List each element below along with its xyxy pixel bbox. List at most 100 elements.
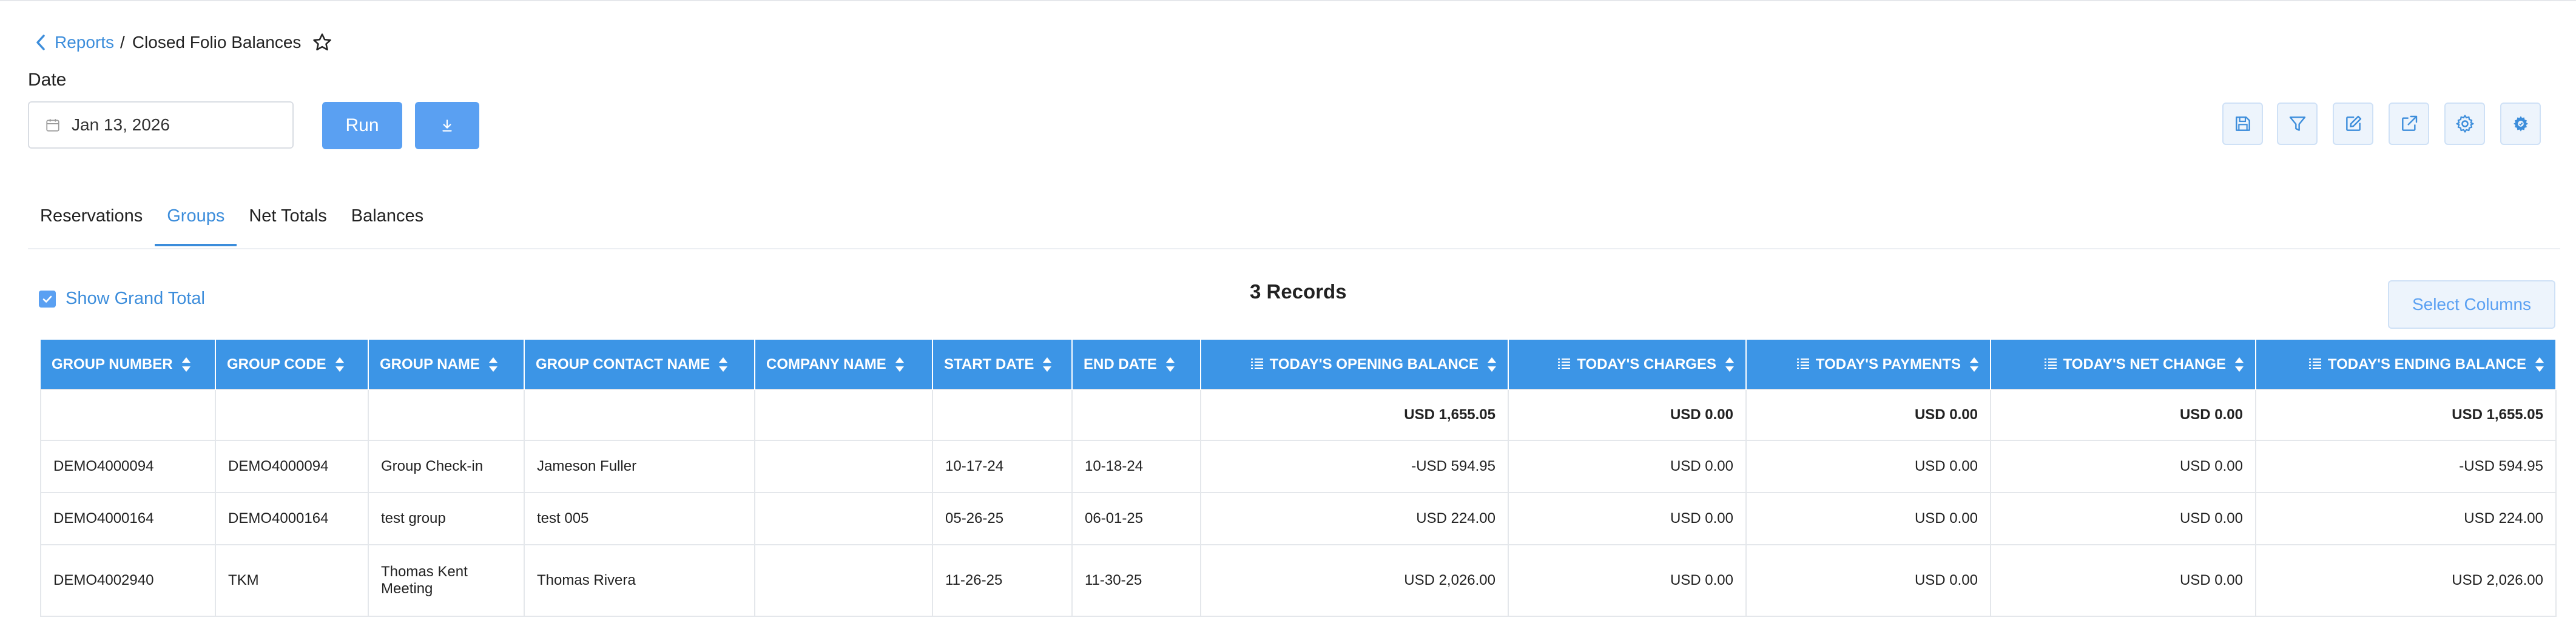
- table-cell: [932, 389, 1073, 441]
- table-row[interactable]: DEMO4000094 DEMO4000094 Group Check-in J…: [40, 440, 2557, 493]
- table-cell: -USD 594.95: [1200, 440, 1509, 493]
- report-tabs: Reservations Groups Net Totals Balances: [28, 206, 436, 249]
- column-header[interactable]: END DATE: [1072, 340, 1201, 389]
- settings-icon: [2455, 113, 2475, 134]
- table-cell: [754, 544, 933, 617]
- table-cell: USD 0.00: [1990, 492, 2256, 545]
- sort-icon[interactable]: [335, 357, 345, 372]
- sort-icon[interactable]: [1969, 357, 1979, 372]
- sort-icon[interactable]: [1165, 357, 1175, 372]
- filter-icon: [2288, 114, 2307, 133]
- gear-cycle-icon: [2510, 113, 2531, 134]
- sort-icon[interactable]: [181, 357, 191, 372]
- sort-icon[interactable]: [2234, 357, 2244, 372]
- table-cell: USD 0.00: [1508, 440, 1747, 493]
- numeric-column-icon: [1557, 357, 1571, 372]
- table-cell: [524, 389, 755, 441]
- table-cell: Thomas Rivera: [524, 544, 755, 617]
- tab-groups[interactable]: Groups: [155, 206, 237, 249]
- tab-reservations[interactable]: Reservations: [28, 206, 155, 249]
- table-cell: 10-18-24: [1071, 440, 1201, 493]
- tab-net-totals[interactable]: Net Totals: [237, 206, 339, 249]
- export-icon: [2399, 114, 2419, 133]
- sort-icon[interactable]: [1725, 357, 1735, 372]
- page-title: Closed Folio Balances: [132, 33, 302, 52]
- export-button[interactable]: [2389, 103, 2429, 145]
- tabs-divider: [28, 248, 2560, 249]
- grand-total-row: USD 1,655.05 USD 0.00 USD 0.00 USD 0.00 …: [40, 389, 2557, 441]
- table-cell: USD 224.00: [2255, 492, 2557, 545]
- sort-icon[interactable]: [718, 357, 728, 372]
- column-header[interactable]: COMPANY NAME: [755, 340, 933, 389]
- numeric-column-icon: [2044, 357, 2057, 372]
- sort-icon[interactable]: [895, 357, 905, 372]
- table-cell: USD 0.00: [1745, 440, 1991, 493]
- date-label: Date: [28, 70, 67, 90]
- table-cell: test 005: [524, 492, 755, 545]
- table-cell: [40, 389, 216, 441]
- column-header[interactable]: TODAY'S OPENING BALANCE: [1201, 340, 1509, 389]
- column-header[interactable]: GROUP CODE: [215, 340, 369, 389]
- top-border: [0, 0, 2576, 4]
- save-button[interactable]: [2222, 103, 2263, 145]
- sort-icon[interactable]: [488, 357, 498, 372]
- column-header[interactable]: START DATE: [932, 340, 1073, 389]
- calendar-icon: [45, 117, 61, 133]
- show-grand-total-toggle[interactable]: Show Grand Total: [39, 289, 205, 309]
- settings-button[interactable]: [2444, 103, 2485, 145]
- table-cell: 11-26-25: [932, 544, 1073, 617]
- table-cell: [1071, 389, 1201, 441]
- table-row[interactable]: DEMO4002940 TKM Thomas Kent Meeting Thom…: [40, 544, 2557, 617]
- table-cell: [754, 389, 933, 441]
- column-header[interactable]: GROUP NUMBER: [41, 340, 216, 389]
- column-header[interactable]: TODAY'S ENDING BALANCE: [2256, 340, 2557, 389]
- date-field[interactable]: Jan 13, 2026: [28, 101, 294, 149]
- table-row[interactable]: DEMO4000164 DEMO4000164 test group test …: [40, 492, 2557, 545]
- automation-button[interactable]: [2500, 103, 2541, 145]
- table-cell: USD 224.00: [1200, 492, 1509, 545]
- table-cell: USD 0.00: [1745, 492, 1991, 545]
- table-cell: Thomas Kent Meeting: [368, 544, 525, 617]
- edit-button[interactable]: [2333, 103, 2373, 145]
- table-cell: DEMO4000164: [215, 492, 369, 545]
- checkbox-checked-icon[interactable]: [39, 290, 56, 308]
- date-value: Jan 13, 2026: [72, 115, 170, 134]
- breadcrumb-reports-link[interactable]: Reports: [55, 33, 114, 52]
- column-header[interactable]: GROUP NAME: [368, 340, 525, 389]
- table-cell: DEMO4002940: [40, 544, 216, 617]
- groups-table: GROUP NUMBER GROUP CODE GROUP NAME GROUP…: [40, 340, 2557, 617]
- table-header-row: GROUP NUMBER GROUP CODE GROUP NAME GROUP…: [41, 340, 2557, 389]
- table-cell: DEMO4000094: [215, 440, 369, 493]
- column-header[interactable]: TODAY'S PAYMENTS: [1746, 340, 1991, 389]
- table-cell: Jameson Fuller: [524, 440, 755, 493]
- sort-icon[interactable]: [1042, 357, 1052, 372]
- run-button[interactable]: Run: [322, 102, 402, 149]
- favorite-star-icon[interactable]: [312, 32, 332, 53]
- table-cell: 05-26-25: [932, 492, 1073, 545]
- table-cell: USD 0.00: [1990, 440, 2256, 493]
- tab-balances[interactable]: Balances: [339, 206, 436, 249]
- column-header[interactable]: TODAY'S CHARGES: [1508, 340, 1747, 389]
- sort-icon[interactable]: [1487, 357, 1497, 372]
- select-columns-button[interactable]: Select Columns: [2388, 280, 2555, 329]
- filter-button[interactable]: [2277, 103, 2318, 145]
- column-header[interactable]: GROUP CONTACT NAME: [524, 340, 755, 389]
- table-cell: [754, 492, 933, 545]
- table-cell: USD 0.00: [1745, 389, 1991, 441]
- edit-icon: [2344, 114, 2363, 133]
- table-cell: USD 0.00: [1508, 492, 1747, 545]
- breadcrumb: Reports / Closed Folio Balances: [35, 28, 332, 57]
- table-cell: USD 2,026.00: [2255, 544, 2557, 617]
- table-cell: DEMO4000094: [40, 440, 216, 493]
- download-button[interactable]: [415, 102, 479, 149]
- table-cell: USD 1,655.05: [1200, 389, 1509, 441]
- table-cell: DEMO4000164: [40, 492, 216, 545]
- records-count: 3 Records: [1250, 280, 1347, 303]
- table-cell: -USD 594.95: [2255, 440, 2557, 493]
- table-cell: Group Check-in: [368, 440, 525, 493]
- table-cell: 11-30-25: [1071, 544, 1201, 617]
- column-header[interactable]: TODAY'S NET CHANGE: [1991, 340, 2256, 389]
- chevron-left-icon[interactable]: [35, 35, 46, 50]
- save-icon: [2233, 114, 2253, 133]
- sort-icon[interactable]: [2535, 357, 2544, 372]
